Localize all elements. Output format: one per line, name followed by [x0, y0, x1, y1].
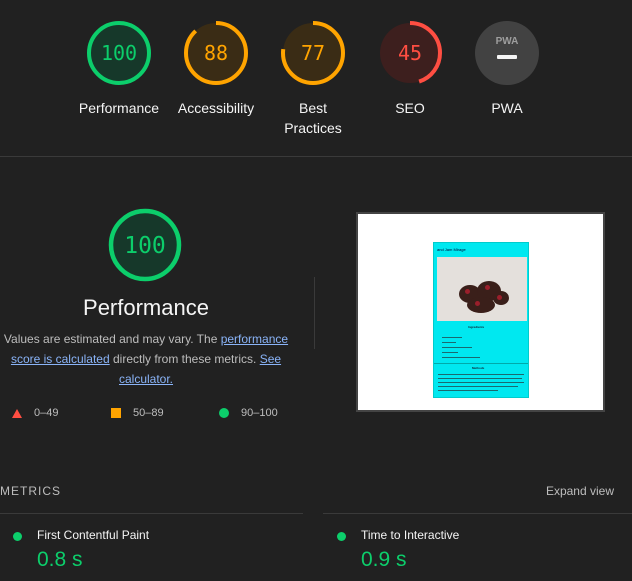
- legend-fail-label: 0–49: [34, 407, 59, 419]
- final-screenshot[interactable]: and Jam Mirage Ingredients Methods: [356, 212, 605, 412]
- metrics-divider-left: [0, 513, 303, 514]
- gauge-best-practices[interactable]: 77 Best Practices: [258, 20, 368, 138]
- desc-middle: directly from these metrics.: [109, 352, 260, 366]
- metric-name: First Contentful Paint: [37, 528, 150, 542]
- gauge-label: Accessibility: [177, 100, 255, 116]
- gauge-accessibility[interactable]: 88 Accessibility: [161, 20, 271, 118]
- pwa-badge-text: PWA: [496, 36, 519, 47]
- legend-pass: 90–100: [219, 407, 278, 419]
- pass-circle-icon: [13, 532, 22, 541]
- thumbnail-title: and Jam Mirage: [437, 247, 466, 252]
- performance-title: Performance: [83, 295, 209, 320]
- gauge-performance[interactable]: 100 Performance: [64, 20, 174, 118]
- performance-score: 100: [124, 233, 166, 259]
- gauge-label: PWA: [491, 100, 523, 116]
- square-icon: [111, 408, 121, 418]
- performance-section: 100 Performance Values are estimated and…: [0, 157, 632, 457]
- gauge-ring: 100: [87, 21, 151, 85]
- metrics-title: METRICS: [0, 484, 61, 498]
- gauge-ring: 88: [184, 21, 248, 85]
- thumbnail-section-methods: Methods: [472, 366, 485, 370]
- metric-value: 0.8 s: [37, 548, 83, 571]
- gauge-score: 100: [101, 41, 137, 65]
- metric-name: Time to Interactive: [361, 528, 460, 542]
- metrics-divider-right: [323, 513, 632, 514]
- legend-average: 50–89: [111, 407, 164, 419]
- expand-view-button[interactable]: Expand view: [546, 484, 614, 498]
- pwa-badge-icon: PWA: [475, 21, 539, 85]
- legend-average-label: 50–89: [133, 407, 164, 419]
- gauge-seo[interactable]: 45 SEO: [355, 20, 465, 118]
- gauge-label: Performance: [78, 100, 160, 116]
- gauge-score: 88: [204, 41, 228, 65]
- food-photo: [437, 257, 527, 321]
- metrics-header: METRICS Expand view: [0, 484, 632, 500]
- vertical-divider: [314, 277, 315, 349]
- triangle-icon: [12, 408, 22, 418]
- gauge-label: SEO: [395, 100, 425, 116]
- page-thumbnail: and Jam Mirage Ingredients Methods: [433, 242, 529, 398]
- performance-big-gauge: 100: [108, 208, 182, 282]
- legend-pass-label: 90–100: [241, 407, 278, 419]
- thumbnail-section-ingredients: Ingredients: [468, 325, 485, 329]
- gauge-pwa[interactable]: PWA PWA: [452, 20, 562, 118]
- gauge-score: 45: [398, 41, 422, 65]
- pass-circle-icon: [337, 532, 346, 541]
- gauge-ring: 77: [281, 21, 345, 85]
- performance-description: Values are estimated and may vary. The p…: [0, 329, 292, 389]
- gauge-score: 77: [301, 41, 325, 65]
- gauge-label: Best Practices: [284, 100, 342, 136]
- circle-icon: [219, 408, 229, 418]
- category-gauges: 100 Performance 88 Accessibility 77 Best…: [0, 0, 632, 157]
- desc-prefix: Values are estimated and may vary. The: [3, 332, 221, 346]
- legend-fail: 0–49: [12, 407, 58, 419]
- gauge-ring: 45: [378, 21, 442, 85]
- metric-value: 0.9 s: [361, 548, 407, 571]
